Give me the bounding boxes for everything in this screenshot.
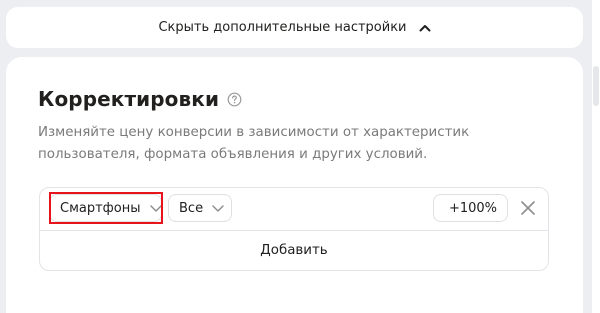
adjustments-header: Корректировки — [38, 87, 242, 111]
hide-advanced-settings-label: Скрыть дополнительные настройки — [158, 20, 407, 35]
chevron-down-icon — [149, 204, 162, 212]
os-value: Все — [179, 200, 204, 216]
chevron-down-icon — [212, 204, 224, 212]
adjustments-panel: Корректировки Изменяйте цену конверсии в… — [6, 57, 583, 313]
add-adjustment-button[interactable]: Добавить — [40, 230, 548, 270]
os-select[interactable]: Все — [168, 194, 232, 222]
device-type-value: Смартфоны — [60, 200, 141, 216]
adjustment-row: Смартфоны Все +100% — [40, 188, 548, 231]
device-type-select[interactable]: Смартфоны — [49, 194, 162, 222]
question-circle-icon[interactable] — [227, 92, 242, 107]
percent-adjustment-input[interactable]: +100% — [433, 194, 508, 222]
add-adjustment-label: Добавить — [260, 242, 328, 258]
chevron-up-icon — [419, 24, 431, 32]
right-edge-panel — [592, 0, 600, 313]
hide-advanced-settings-toggle[interactable]: Скрыть дополнительные настройки — [6, 7, 583, 48]
percent-adjustment-value: +100% — [448, 200, 497, 216]
adjustments-list: Смартфоны Все +100% Добавить — [39, 187, 549, 271]
close-icon[interactable] — [520, 200, 536, 216]
adjustments-title: Корректировки — [38, 87, 220, 111]
adjustments-description: Изменяйте цену конверсии в зависимости о… — [38, 125, 470, 162]
scroll-edge-indicator — [593, 66, 599, 106]
